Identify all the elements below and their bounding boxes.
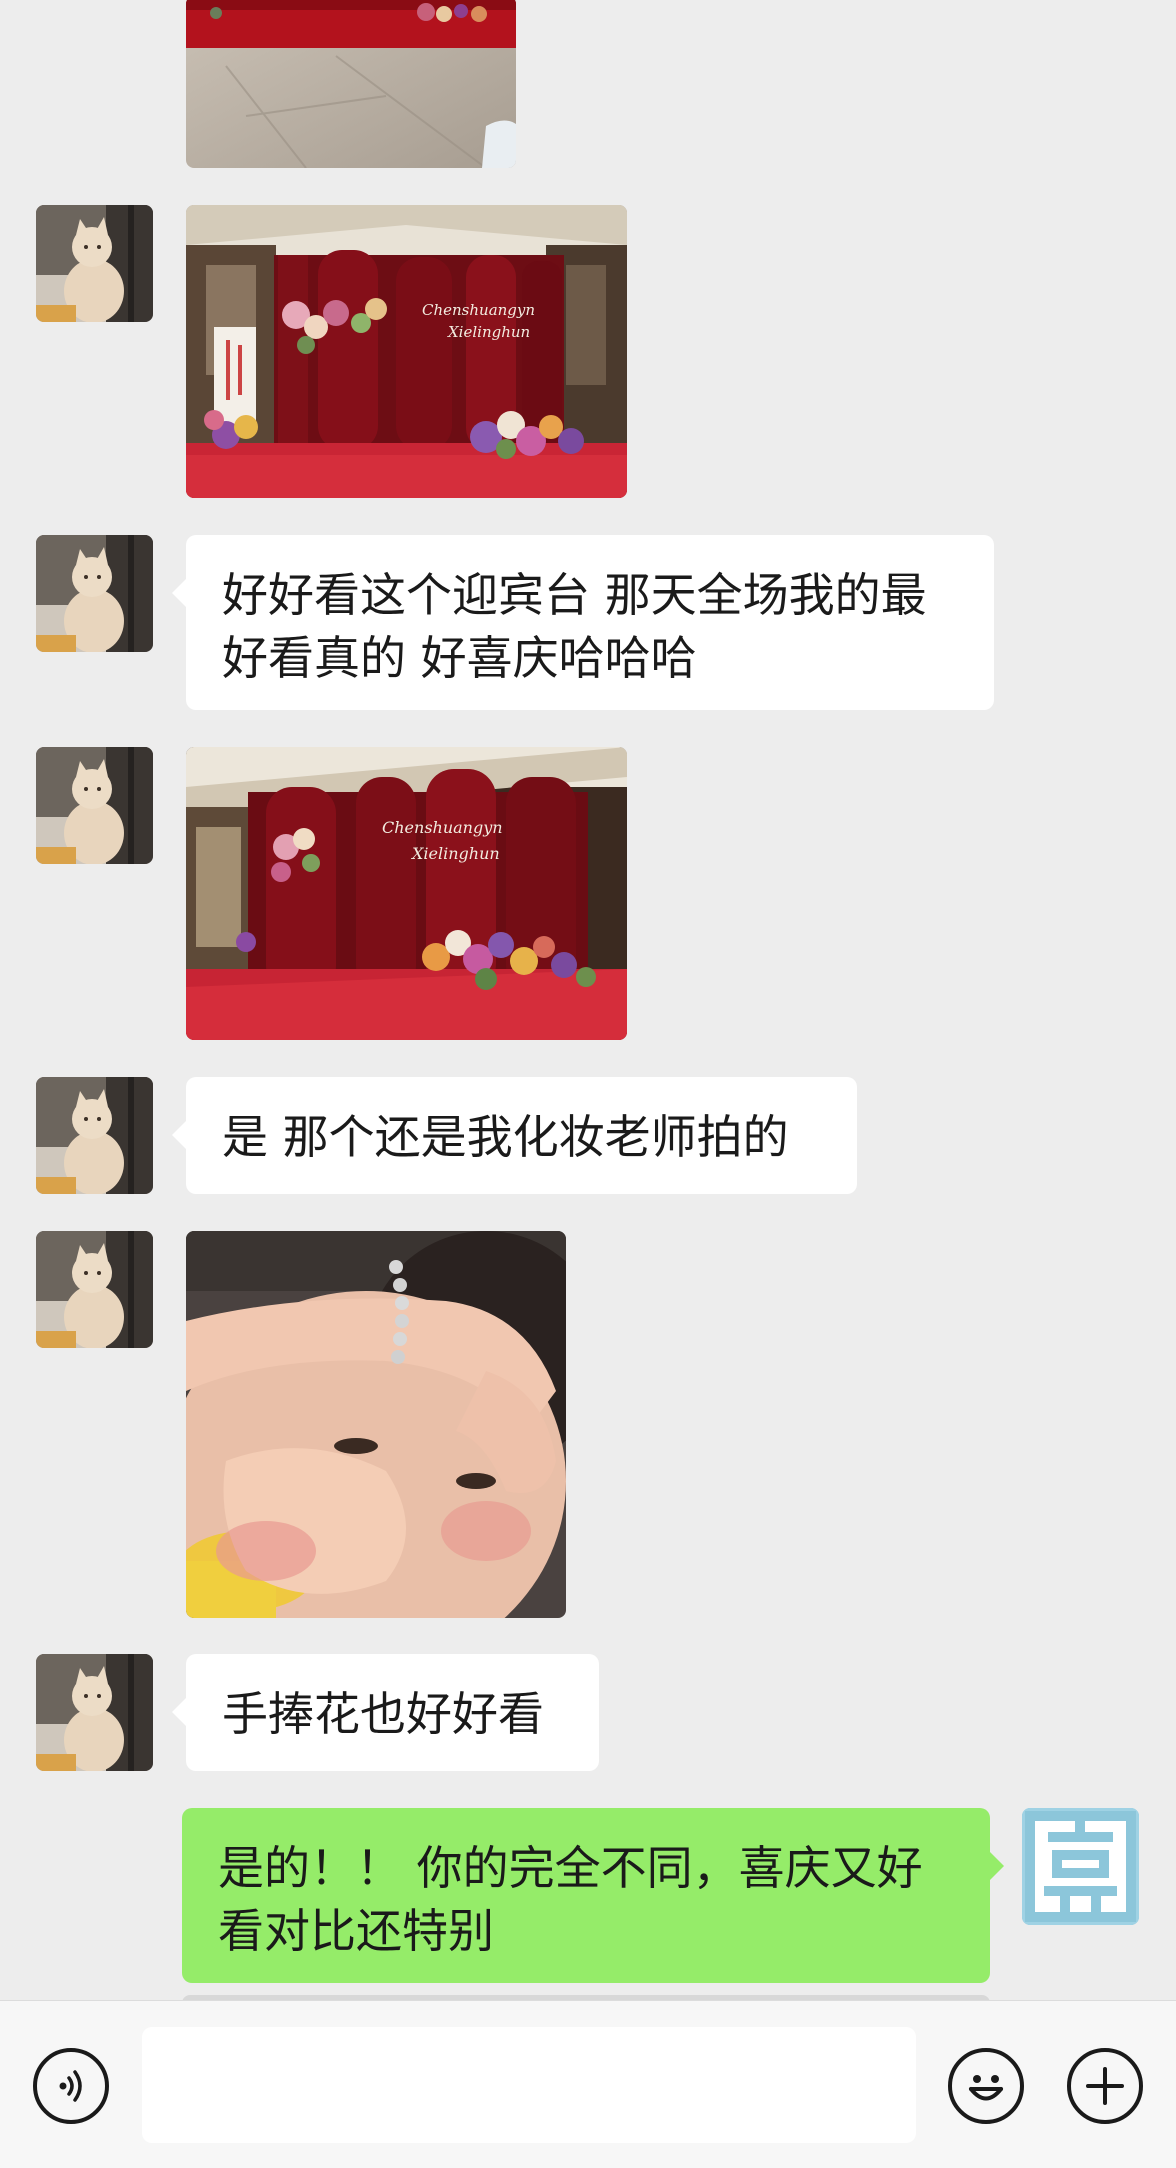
emoji-icon <box>969 2075 1003 2101</box>
chat-message-list[interactable]: Chenshuangyn Xielinghun 好好看这个迎宾台 那天全场我的最… <box>0 0 1176 2000</box>
message-text-line: 手捧花也好好看 <box>222 1687 544 1741</box>
avatar[interactable] <box>36 1077 153 1194</box>
message-text-line: 是的！！ 你的完全不同，喜庆又好 <box>218 1841 923 1895</box>
voice-icon <box>59 2070 82 2102</box>
message-bubble-self[interactable]: 是的！！ 你的完全不同，喜庆又好 看对比还特别 <box>182 1808 1004 1983</box>
message-image[interactable] <box>186 0 516 168</box>
composer-bar <box>0 2000 1176 2168</box>
avatar[interactable] <box>36 535 153 652</box>
backdrop-script-line2: Xielinghun <box>410 844 500 863</box>
backdrop-script-line1: Chenshuangyn <box>382 818 503 837</box>
avatar[interactable] <box>36 1654 153 1771</box>
message-sticker[interactable] <box>186 1231 566 1618</box>
message-input[interactable] <box>142 2027 916 2143</box>
backdrop-script-line1: Chenshuangyn <box>422 301 535 319</box>
message-text-line: 好看真的 好喜庆哈哈哈 <box>222 631 697 685</box>
avatar[interactable] <box>36 1231 153 1348</box>
self-avatar[interactable] <box>1022 1808 1139 1925</box>
message-bubble[interactable]: 是 那个还是我化妆老师拍的 <box>172 1077 857 1194</box>
backdrop-script-line2: Xielinghun <box>447 323 530 341</box>
message-text-line: 好好看这个迎宾台 那天全场我的最 <box>222 568 927 622</box>
message-bubble[interactable]: 手捧花也好好看 <box>172 1654 599 1771</box>
more-button[interactable] <box>1067 2048 1143 2124</box>
message-bubble[interactable]: 好好看这个迎宾台 那天全场我的最 好看真的 好喜庆哈哈哈 <box>172 535 994 710</box>
plus-icon <box>1086 2067 1124 2105</box>
avatar[interactable] <box>36 205 153 322</box>
avatar[interactable] <box>36 747 153 864</box>
message-image[interactable]: Chenshuangyn Xielinghun <box>186 747 627 1040</box>
voice-button[interactable] <box>33 2048 109 2124</box>
message-text-line: 看对比还特别 <box>218 1904 494 1958</box>
emoji-button[interactable] <box>948 2048 1024 2124</box>
message-image[interactable]: Chenshuangyn Xielinghun <box>186 205 627 498</box>
message-text-line: 是 那个还是我化妆老师拍的 <box>222 1110 789 1164</box>
